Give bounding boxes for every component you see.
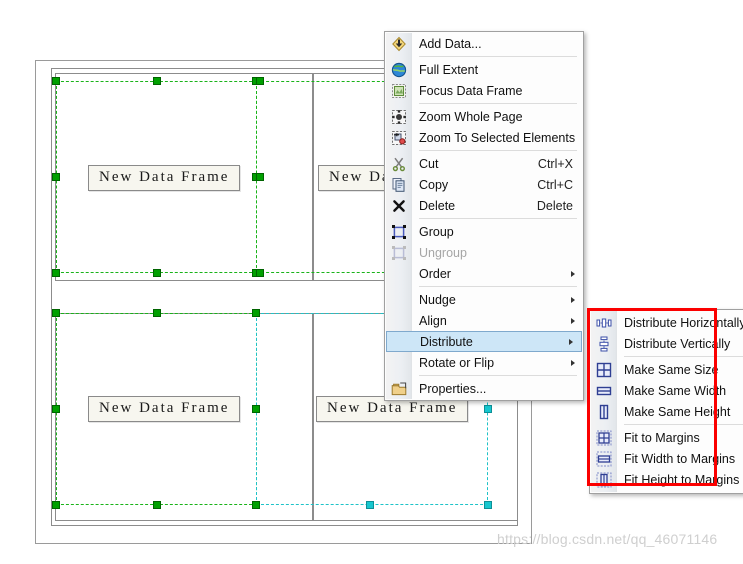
menu-item-properties[interactable]: Properties...	[385, 378, 583, 399]
add-data-icon	[391, 36, 407, 52]
menu-item-label: Group	[419, 224, 454, 239]
selection-handle[interactable]	[256, 269, 264, 277]
menu-item-align[interactable]: Align	[385, 310, 583, 331]
selection-handle[interactable]	[366, 501, 374, 509]
context-menu[interactable]: Add Data... Full Extent Focus Data Frame Zo…	[384, 31, 584, 401]
menu-item-order[interactable]: Order	[385, 263, 583, 284]
menu-item-cut[interactable]: Cut Ctrl+X	[385, 153, 583, 174]
selection-handle[interactable]	[52, 77, 60, 85]
menu-item-label: Copy	[419, 177, 449, 192]
chevron-right-icon	[571, 270, 575, 277]
menu-item-label: Nudge	[419, 292, 456, 307]
chevron-right-icon	[569, 338, 573, 345]
menu-separator	[419, 286, 577, 287]
menu-item-label: Properties...	[419, 381, 487, 396]
menu-item-group[interactable]: Group	[385, 221, 583, 242]
selection-handle[interactable]	[52, 173, 60, 181]
selection-handle[interactable]	[153, 501, 161, 509]
selection-handle[interactable]	[252, 405, 260, 413]
menu-item-label: Cut	[419, 156, 439, 171]
menu-item-focus-data-frame[interactable]: Focus Data Frame	[385, 80, 583, 101]
menu-item-distribute[interactable]: Distribute	[386, 331, 582, 352]
menu-item-nudge[interactable]: Nudge	[385, 289, 583, 310]
menu-item-delete[interactable]: Delete Delete	[385, 195, 583, 216]
menu-item-zoom-whole-page[interactable]: Zoom Whole Page	[385, 106, 583, 127]
menu-item-full-extent[interactable]: Full Extent	[385, 59, 583, 80]
data-frame-label: New Data Frame	[88, 165, 241, 191]
selection-handle[interactable]	[153, 77, 161, 85]
menu-item-copy[interactable]: Copy Ctrl+C	[385, 174, 583, 195]
menu-separator	[419, 56, 577, 57]
focus-data-frame-icon	[391, 83, 407, 99]
menu-item-ungroup: Ungroup	[385, 242, 583, 263]
selection-handle[interactable]	[252, 309, 260, 317]
menu-item-label: Zoom Whole Page	[419, 109, 523, 124]
chevron-right-icon	[571, 296, 575, 303]
menu-item-label: Ungroup	[419, 245, 467, 260]
scissors-icon	[391, 156, 407, 172]
menu-item-label: Zoom To Selected Elements	[419, 130, 576, 145]
watermark-text: https://blog.csdn.net/qq_46071146	[497, 531, 718, 547]
selection-handle[interactable]	[256, 173, 264, 181]
menu-item-label: Distribute	[420, 334, 473, 349]
menu-item-rotate-or-flip[interactable]: Rotate or Flip	[385, 352, 583, 373]
ungroup-icon	[391, 245, 407, 261]
menu-item-shortcut: Ctrl+X	[537, 156, 573, 171]
zoom-selected-icon	[391, 130, 407, 146]
menu-item-shortcut: Ctrl+C	[537, 177, 573, 192]
group-icon	[391, 224, 407, 240]
selection-handle[interactable]	[52, 269, 60, 277]
selection-handle[interactable]	[52, 501, 60, 509]
menu-separator	[419, 150, 577, 151]
menu-item-add-data[interactable]: Add Data...	[385, 33, 583, 54]
menu-separator	[419, 103, 577, 104]
selection-handle[interactable]	[52, 309, 60, 317]
menu-item-label: Delete	[419, 198, 456, 213]
selection-handle[interactable]	[484, 501, 492, 509]
selection-handle[interactable]	[256, 77, 264, 85]
menu-item-label: Add Data...	[419, 36, 482, 51]
delete-x-icon	[391, 198, 407, 214]
properties-icon	[391, 381, 407, 397]
menu-item-label: Order	[419, 266, 451, 281]
menu-item-label: Focus Data Frame	[419, 83, 523, 98]
selection-handle[interactable]	[153, 269, 161, 277]
menu-item-zoom-to-selected-elements[interactable]: Zoom To Selected Elements	[385, 127, 583, 148]
menu-separator	[419, 375, 577, 376]
menu-item-label: Rotate or Flip	[419, 355, 495, 370]
selection-handle[interactable]	[52, 405, 60, 413]
red-highlight-annotation	[587, 308, 717, 486]
selection-handle[interactable]	[252, 501, 260, 509]
menu-item-shortcut: Delete	[536, 198, 573, 213]
menu-item-label: Align	[419, 313, 447, 328]
data-frame-label: New Data Frame	[88, 396, 241, 422]
zoom-whole-page-icon	[391, 109, 407, 125]
copy-icon	[391, 177, 407, 193]
selection-handle[interactable]	[153, 309, 161, 317]
chevron-right-icon	[571, 317, 575, 324]
globe-icon	[391, 62, 407, 78]
chevron-right-icon	[571, 359, 575, 366]
menu-separator	[419, 218, 577, 219]
selection-handle[interactable]	[484, 405, 492, 413]
menu-item-label: Full Extent	[419, 62, 479, 77]
